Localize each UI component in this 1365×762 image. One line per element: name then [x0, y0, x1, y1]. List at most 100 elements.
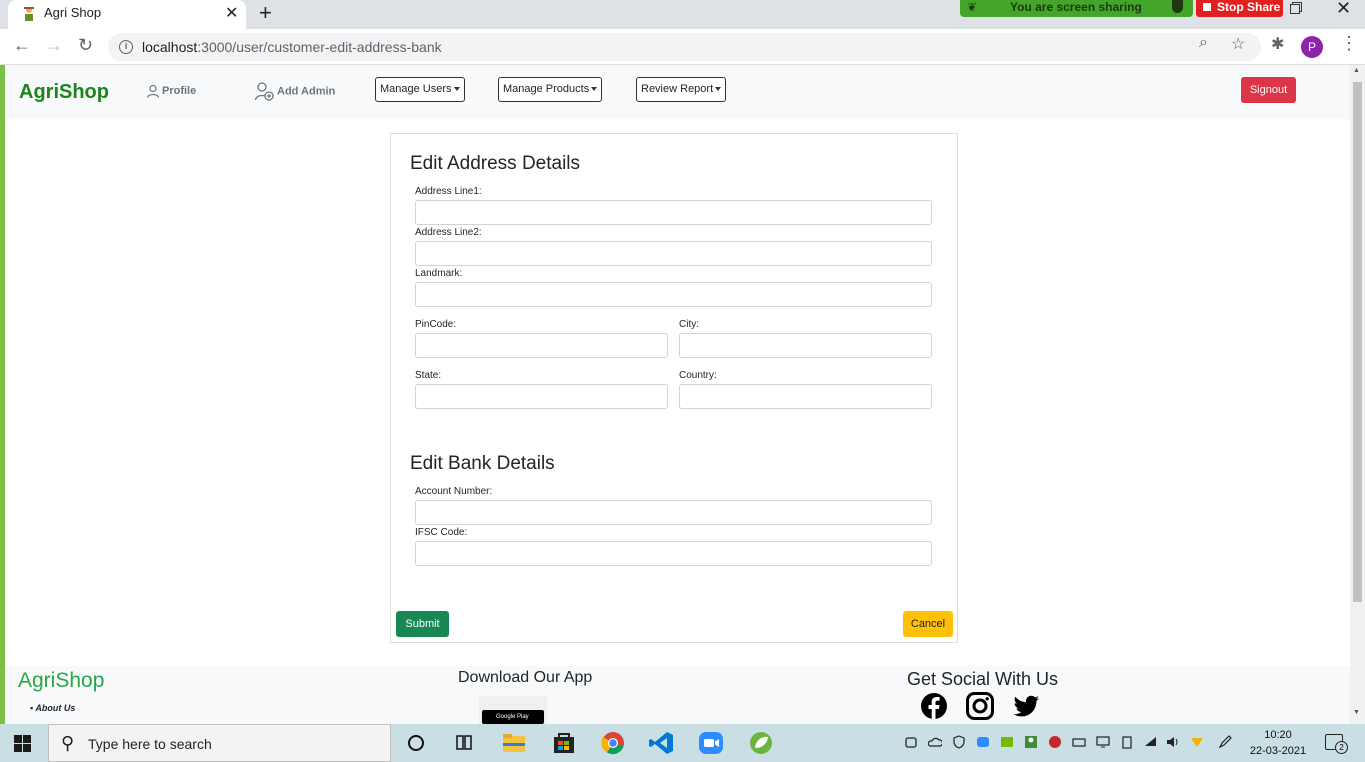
ifsc-code-input[interactable] [415, 541, 932, 566]
account-number-input[interactable] [415, 500, 932, 525]
zoom-icon[interactable] [696, 729, 726, 757]
battery-lock-icon[interactable] [1120, 735, 1134, 749]
nvidia-icon[interactable] [1000, 735, 1014, 749]
caret-down-icon [453, 87, 460, 92]
back-arrow-icon[interactable]: ← [13, 35, 31, 56]
notification-center-icon[interactable]: 2 [1325, 734, 1348, 754]
volume-icon[interactable] [1166, 735, 1180, 749]
account-number-label: Account Number: [415, 486, 493, 497]
pincode-input[interactable] [415, 333, 668, 358]
address-line1-input[interactable] [415, 200, 932, 225]
pincode-label: PinCode: [415, 319, 457, 330]
cortana-icon[interactable] [401, 729, 431, 757]
screen-share-banner: ❦ You are screen sharing [960, 0, 1193, 17]
forward-arrow-icon[interactable]: → [45, 35, 63, 56]
page-scrollbar-thumb[interactable] [1353, 82, 1362, 602]
tab-close-icon[interactable]: ✕ [225, 3, 238, 23]
window-restore-icon[interactable] [1290, 2, 1302, 14]
submit-button[interactable]: Submit [396, 611, 449, 637]
defender-shield-icon[interactable] [952, 735, 966, 749]
vscode-icon[interactable] [647, 729, 677, 757]
norton-tray-icon[interactable] [1190, 735, 1204, 749]
google-play-badge[interactable]: Google Play [482, 710, 544, 724]
stop-share-button[interactable]: Stop Share [1196, 0, 1283, 17]
taskbar-search-placeholder: Type here to search [88, 736, 212, 752]
pen-icon[interactable] [1218, 735, 1232, 749]
city-input[interactable] [679, 333, 932, 358]
app-navbar: AgriShop Profile Add Admin Manage Users … [5, 65, 1350, 119]
page-footer: AgriShop ▪ About Us Download Our App Goo… [5, 666, 1350, 724]
google-play-label: Google Play [496, 714, 529, 720]
address-section-title: Edit Address Details [410, 153, 581, 174]
review-report-dropdown[interactable]: Review Report [636, 77, 727, 102]
user-icon [146, 84, 160, 98]
social-title: Get Social With Us [907, 669, 1059, 689]
caret-down-icon [715, 87, 722, 92]
about-us-link[interactable]: ▪ About Us [30, 703, 75, 713]
manage-products-dropdown[interactable]: Manage Products [498, 77, 603, 102]
facebook-icon[interactable] [920, 692, 948, 720]
onedrive-cloud-icon[interactable] [928, 735, 942, 749]
address-line2-label: Address Line2: [415, 227, 482, 238]
city-label: City: [679, 319, 699, 330]
reload-icon[interactable]: ↻ [78, 35, 93, 56]
add-user-icon [254, 82, 274, 101]
browser-tab[interactable]: Agri Shop ✕ [8, 0, 246, 29]
taskbar-search-box[interactable]: ⚲ Type here to search [48, 724, 391, 762]
cancel-button[interactable]: Cancel [903, 611, 953, 637]
task-view-icon[interactable] [449, 729, 479, 757]
ifsc-code-label: IFSC Code: [415, 527, 468, 538]
browser-menu-icon[interactable]: ⋮ [1340, 33, 1358, 54]
caret-down-icon [591, 87, 598, 92]
scroll-up-arrow-icon[interactable]: ▲ [1353, 67, 1360, 74]
instagram-icon[interactable] [966, 692, 994, 720]
manage-products-label: Manage Products [503, 83, 590, 95]
zoom-tray-icon[interactable] [976, 735, 990, 749]
person-tray-icon[interactable] [1024, 735, 1038, 749]
chrome-icon[interactable] [598, 729, 628, 757]
screen-share-border-left [0, 64, 5, 724]
taskbar-clock[interactable]: 10:20 22-03-2021 [1247, 727, 1309, 759]
meet-now-icon[interactable] [904, 735, 918, 749]
window-close-icon[interactable]: ✕ [1336, 0, 1351, 19]
extensions-puzzle-icon[interactable]: ✱ [1271, 34, 1284, 54]
clock-date: 22-03-2021 [1249, 745, 1307, 757]
spring-tool-icon[interactable] [746, 729, 776, 757]
address-line2-input[interactable] [415, 241, 932, 266]
landmark-input[interactable] [415, 282, 932, 307]
windows-taskbar: ⚲ Type here to search 10:20 22-03-2021 2 [0, 724, 1365, 762]
twitter-icon[interactable] [1012, 692, 1040, 720]
stop-share-label: Stop Share [1217, 0, 1281, 14]
navbar-brand[interactable]: AgriShop [19, 81, 109, 104]
scroll-down-arrow-icon[interactable]: ▼ [1353, 709, 1360, 716]
footer-brand: AgriShop [18, 669, 105, 692]
country-input[interactable] [679, 384, 932, 409]
display-icon[interactable] [1096, 735, 1110, 749]
manage-users-label: Manage Users [380, 83, 452, 95]
bookmark-star-icon[interactable]: ☆ [1231, 34, 1245, 54]
browser-tab-bar: Agri Shop ✕ + ❦ You are screen sharing S… [0, 0, 1365, 29]
edit-details-card: Edit Address Details Address Line1: Addr… [390, 133, 958, 643]
address-line1-label: Address Line1: [415, 186, 482, 197]
site-info-icon[interactable]: i [119, 40, 133, 54]
windows-start-icon[interactable] [14, 735, 32, 753]
stop-icon [1203, 3, 1211, 11]
new-tab-icon[interactable]: + [259, 0, 272, 26]
url-text[interactable]: localhost:3000/user/customer-edit-addres… [142, 39, 442, 55]
url-omnibox[interactable]: i localhost:3000/user/customer-edit-addr… [108, 33, 1261, 61]
signout-button[interactable]: Signout [1241, 77, 1296, 103]
usb-drive-icon[interactable] [1072, 735, 1086, 749]
zoom-magnifier-icon[interactable]: ⌕ [1199, 34, 1208, 52]
network-icon[interactable] [1144, 735, 1158, 749]
manage-users-dropdown[interactable]: Manage Users [375, 77, 465, 102]
add-admin-link[interactable]: Add Admin [254, 81, 335, 102]
store-icon[interactable] [549, 729, 579, 757]
red-app-tray-icon[interactable] [1048, 735, 1062, 749]
profile-link[interactable]: Profile [146, 84, 196, 98]
browser-address-bar: ← → ↻ i localhost:3000/user/customer-edi… [0, 29, 1365, 65]
state-input[interactable] [415, 384, 668, 409]
leaf-icon: ❦ [967, 0, 978, 14]
file-explorer-icon[interactable] [499, 729, 529, 757]
notification-count: 2 [1335, 741, 1348, 754]
browser-profile-avatar[interactable]: P [1301, 36, 1323, 58]
